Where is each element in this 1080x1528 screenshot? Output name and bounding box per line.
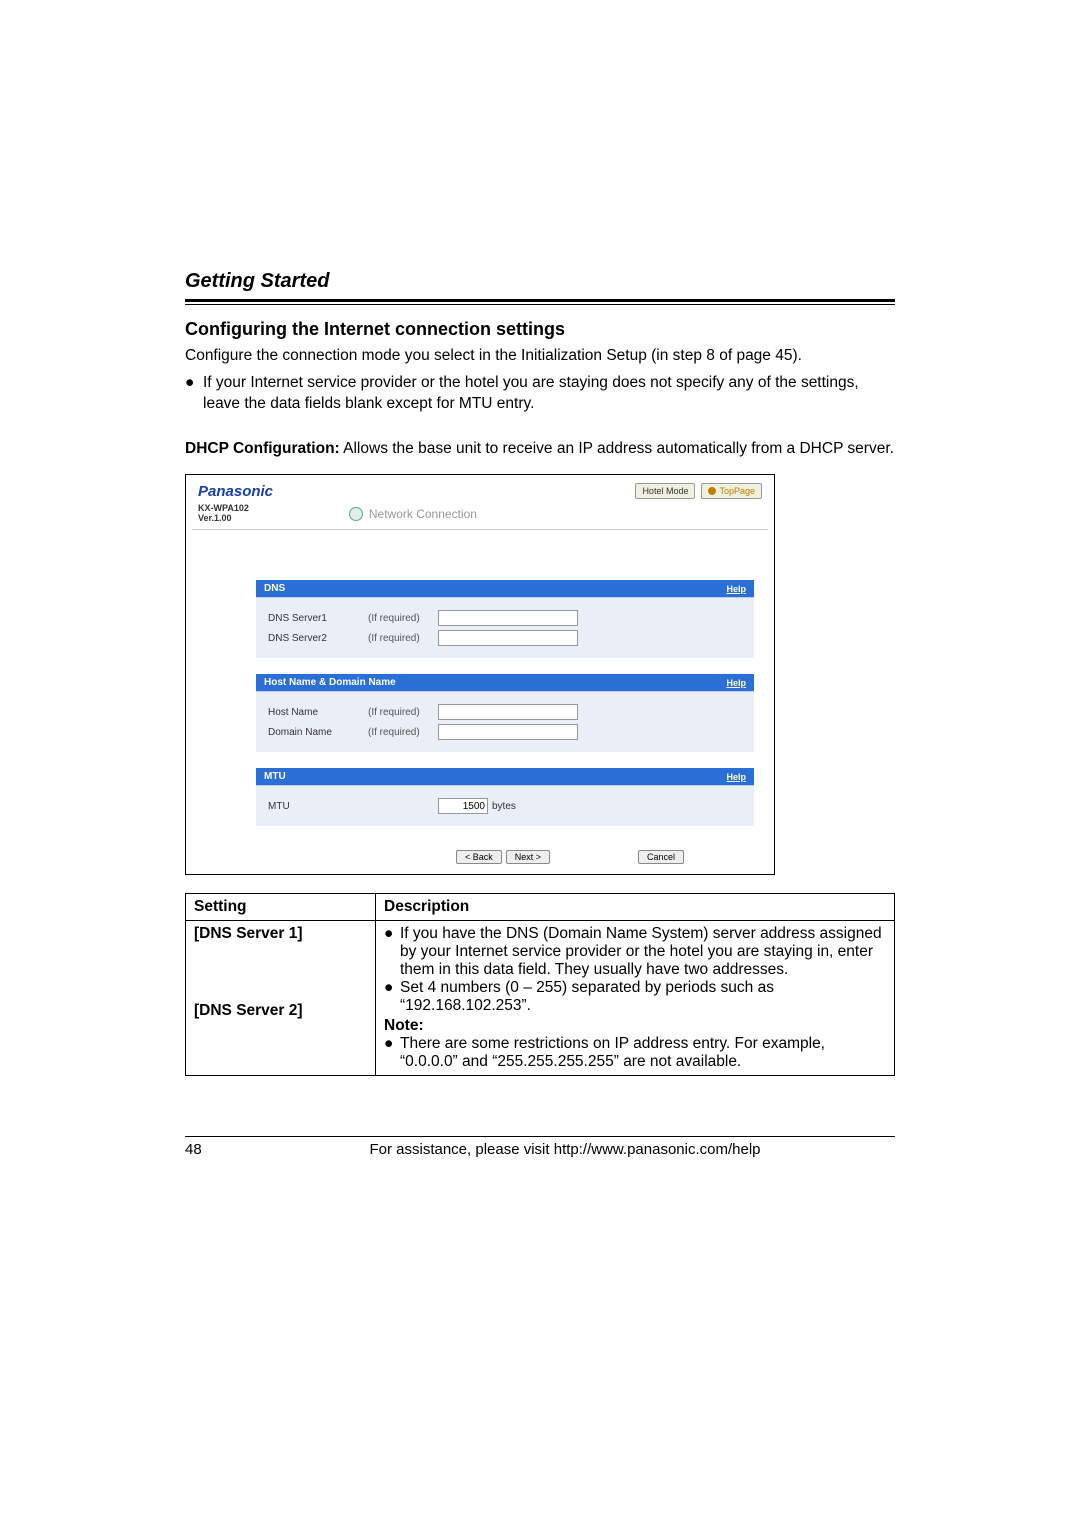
cancel-button[interactable]: Cancel — [638, 850, 684, 864]
bullet-icon: ● — [185, 373, 203, 415]
footer-rule — [185, 1136, 895, 1137]
dns1-hint: (If required) — [368, 613, 438, 624]
section-title: Configuring the Internet connection sett… — [185, 319, 895, 340]
top-page-badge[interactable]: TopPage — [701, 483, 762, 499]
rule-heavy — [185, 299, 895, 302]
dns2-hint: (If required) — [368, 633, 438, 644]
rule-light — [185, 304, 895, 305]
desc2: Set 4 numbers (0 – 255) separated by per… — [400, 979, 886, 1015]
hostname-input[interactable] — [438, 704, 578, 720]
top-page-icon — [708, 487, 716, 495]
intro-text: Configure the connection mode you select… — [185, 346, 895, 367]
hotel-mode-badge[interactable]: Hotel Mode — [635, 483, 695, 499]
page-number: 48 — [185, 1141, 235, 1158]
dns1-input[interactable] — [438, 610, 578, 626]
desc3: There are some restrictions on IP addres… — [400, 1035, 886, 1071]
bullet-icon: ● — [384, 1035, 400, 1071]
hostname-hint: (If required) — [368, 707, 438, 718]
host-help-link[interactable]: Help — [726, 678, 746, 688]
back-button[interactable]: < Back — [456, 850, 502, 864]
network-icon — [349, 507, 363, 521]
dns1-label: DNS Server1 — [268, 613, 368, 624]
desc1: If you have the DNS (Domain Name System)… — [400, 925, 886, 979]
brand-logo: Panasonic — [198, 483, 273, 500]
mtu-header: MTU — [264, 771, 286, 782]
mtu-input[interactable] — [438, 798, 488, 814]
dns2-input[interactable] — [438, 630, 578, 646]
domainname-label: Domain Name — [268, 727, 368, 738]
config-screenshot: Panasonic Hotel Mode TopPage KX-WPA102 V… — [185, 474, 775, 876]
mtu-block: MTU Help MTU bytes — [256, 768, 754, 826]
domainname-hint: (If required) — [368, 727, 438, 738]
table-header-description: Description — [376, 894, 895, 921]
footer-assist: For assistance, please visit http://www.… — [235, 1141, 895, 1158]
mtu-unit: bytes — [492, 801, 516, 812]
dns2-label: DNS Server2 — [268, 633, 368, 644]
table-header-setting: Setting — [186, 894, 376, 921]
note-label: Note: — [384, 1017, 886, 1035]
network-title: Network Connection — [369, 507, 477, 521]
domainname-input[interactable] — [438, 724, 578, 740]
dns-help-link[interactable]: Help — [726, 584, 746, 594]
bullet-icon: ● — [384, 925, 400, 979]
mtu-label: MTU — [268, 801, 368, 812]
dns2-cell: [DNS Server 2] — [194, 1002, 303, 1019]
chapter-title: Getting Started — [185, 270, 895, 293]
dhcp-text: Allows the base unit to receive an IP ad… — [340, 440, 894, 457]
hostname-label: Host Name — [268, 707, 368, 718]
settings-table: Setting Description [DNS Server 1] ● If … — [185, 893, 895, 1076]
model-label: KX-WPA102 Ver.1.00 — [198, 504, 249, 524]
host-block: Host Name & Domain Name Help Host Name (… — [256, 674, 754, 752]
bullet-icon: ● — [384, 979, 400, 1015]
mtu-help-link[interactable]: Help — [726, 772, 746, 782]
host-header: Host Name & Domain Name — [264, 677, 396, 688]
next-button[interactable]: Next > — [506, 850, 550, 864]
dns1-cell: [DNS Server 1] — [194, 925, 303, 942]
dns-block: DNS Help DNS Server1 (If required) DNS S… — [256, 580, 754, 658]
bullet-text: If your Internet service provider or the… — [203, 373, 895, 415]
dhcp-label: DHCP Configuration: — [185, 440, 340, 457]
dns-header: DNS — [264, 583, 285, 594]
